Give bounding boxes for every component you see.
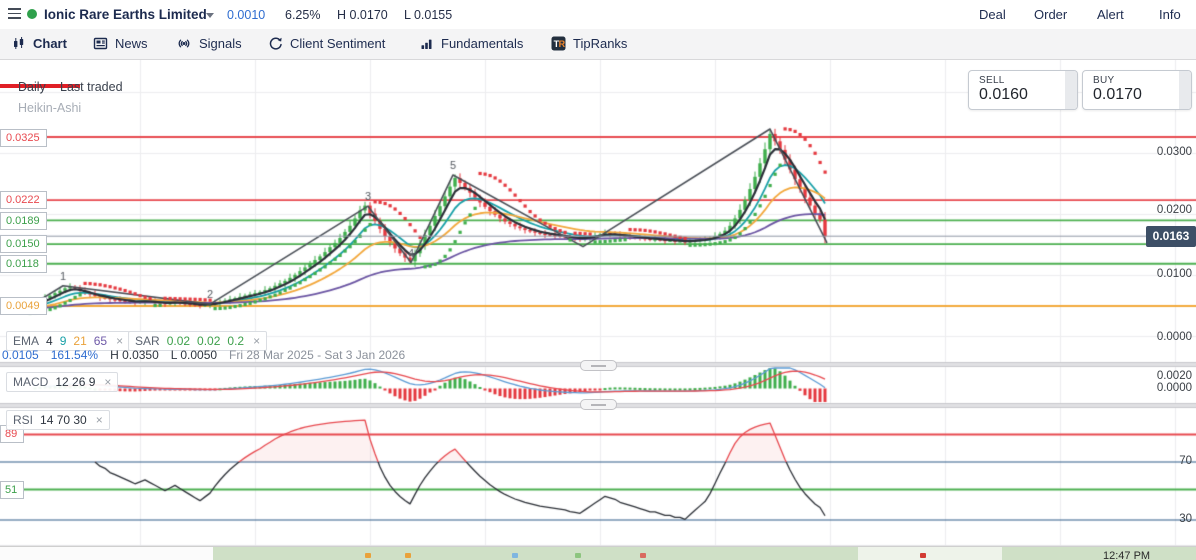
timeframe-button[interactable]: Daily bbox=[18, 80, 46, 94]
ema-period-9: 9 bbox=[60, 334, 67, 348]
change-pct: 161.54% bbox=[51, 348, 98, 362]
tab-label: Fundamentals bbox=[441, 36, 523, 51]
day-high: H 0.0170 bbox=[337, 8, 388, 22]
pane-resize-handle[interactable] bbox=[580, 360, 617, 371]
chart-style-label: Heikin-Ashi bbox=[18, 101, 81, 115]
tab-label: News bbox=[115, 36, 148, 51]
top-bar: Ionic Rare Earths Limited 0.0010 6.25% H… bbox=[0, 0, 1196, 30]
tab-bar: Chart News Signals Client Sentiment Fund… bbox=[0, 29, 1196, 60]
news-icon bbox=[93, 36, 108, 51]
axis-label-macd: 0.0000 bbox=[1132, 382, 1192, 394]
tab-label: Signals bbox=[199, 36, 242, 51]
market-open-status-icon bbox=[27, 9, 37, 19]
ticket-edge bbox=[1179, 71, 1191, 109]
svg-text:R: R bbox=[559, 39, 566, 49]
sell-label: SELL bbox=[979, 75, 1005, 86]
price-mode-button[interactable]: Last traded bbox=[60, 80, 123, 94]
taskbar-icon bbox=[512, 553, 518, 558]
deal-button[interactable]: Deal bbox=[979, 7, 1006, 22]
range-high: H 0.0350 bbox=[110, 348, 159, 362]
price-change-pct: 6.25% bbox=[285, 8, 320, 22]
price-change: 0.0010 bbox=[227, 8, 265, 22]
sar-label: SAR bbox=[135, 334, 160, 348]
candlestick-chart-icon bbox=[11, 36, 26, 51]
axis-label-main: 0.0000 bbox=[1132, 331, 1192, 343]
close-icon[interactable]: × bbox=[96, 413, 103, 427]
sar-param-2: 0.02 bbox=[197, 334, 220, 348]
pane-resize-handle[interactable] bbox=[580, 399, 617, 410]
level-chip-0222[interactable]: 0.0222 bbox=[0, 191, 47, 209]
axis-label-rsi: 30 bbox=[1132, 513, 1192, 525]
tab-tipranks[interactable]: TR TipRanks bbox=[551, 29, 627, 58]
rsi-params: 14 70 30 bbox=[40, 413, 87, 427]
axis-label-rsi: 70 bbox=[1132, 455, 1192, 467]
axis-label-macd: 0.0020 bbox=[1132, 370, 1192, 382]
ema-label: EMA bbox=[13, 334, 39, 348]
taskbar-segment bbox=[858, 547, 1002, 560]
close-icon[interactable]: × bbox=[253, 334, 260, 348]
rsi-legend-chip[interactable]: RSI 14 70 30 × bbox=[6, 410, 110, 430]
tab-chart[interactable]: Chart bbox=[11, 29, 67, 58]
taskbar-icon bbox=[575, 553, 581, 558]
sell-ticket-button[interactable]: SELL 0.0160 bbox=[968, 70, 1078, 110]
buy-ticket-button[interactable]: BUY 0.0170 bbox=[1082, 70, 1192, 110]
level-chip-0118[interactable]: 0.0118 bbox=[0, 255, 47, 273]
buy-label: BUY bbox=[1093, 75, 1114, 86]
taskbar-segment bbox=[0, 547, 213, 560]
sell-price: 0.0160 bbox=[979, 86, 1028, 104]
alert-button[interactable]: Alert bbox=[1097, 7, 1124, 22]
tab-label: Chart bbox=[33, 36, 67, 51]
taskbar-icon bbox=[920, 553, 926, 558]
tab-signals[interactable]: Signals bbox=[176, 29, 242, 58]
hamburger-menu-icon[interactable] bbox=[8, 8, 21, 19]
fundamentals-icon bbox=[419, 36, 434, 51]
close-icon[interactable]: × bbox=[104, 375, 111, 389]
range-low: L 0.0050 bbox=[171, 348, 217, 362]
buy-price: 0.0170 bbox=[1093, 86, 1142, 104]
change-value: 0.0105 bbox=[2, 348, 39, 362]
signals-icon bbox=[176, 36, 192, 51]
macd-label: MACD bbox=[13, 375, 48, 389]
date-range: Fri 28 Mar 2025 - Sat 3 Jan 2026 bbox=[229, 348, 405, 362]
sar-param-3: 0.2 bbox=[227, 334, 244, 348]
axis-label-main: 0.0300 bbox=[1132, 146, 1192, 158]
taskbar-icon bbox=[405, 553, 411, 558]
os-taskbar: 12:47 PM bbox=[0, 546, 1196, 560]
ema-period-4: 4 bbox=[46, 334, 53, 348]
day-low: L 0.0155 bbox=[404, 8, 452, 22]
ohlc-info-row: 0.0105 161.54% H 0.0350 L 0.0050 Fri 28 … bbox=[2, 348, 405, 362]
taskbar-icon bbox=[365, 553, 371, 558]
order-button[interactable]: Order bbox=[1034, 7, 1067, 22]
ema-period-65: 65 bbox=[94, 334, 107, 348]
tab-news[interactable]: News bbox=[93, 29, 148, 58]
client-sentiment-icon bbox=[268, 36, 283, 51]
level-chip-0325[interactable]: 0.0325 bbox=[0, 129, 47, 147]
tab-client-sentiment[interactable]: Client Sentiment bbox=[268, 29, 385, 58]
rsi-label: RSI bbox=[13, 413, 33, 427]
tab-fundamentals[interactable]: Fundamentals bbox=[419, 29, 523, 58]
chevron-down-icon[interactable] bbox=[206, 13, 214, 18]
level-chip-0150[interactable]: 0.0150 bbox=[0, 235, 47, 253]
ticket-edge bbox=[1065, 71, 1077, 109]
axis-label-main: 0.0100 bbox=[1132, 268, 1192, 280]
tab-label: TipRanks bbox=[573, 36, 627, 51]
close-icon[interactable]: × bbox=[116, 334, 123, 348]
instrument-title[interactable]: Ionic Rare Earths Limited bbox=[44, 7, 207, 22]
ema-period-21: 21 bbox=[73, 334, 86, 348]
info-button[interactable]: Info bbox=[1159, 7, 1181, 22]
macd-legend-chip[interactable]: MACD 12 26 9 × bbox=[6, 372, 118, 392]
axis-label-main: 0.0200 bbox=[1132, 204, 1192, 216]
current-price-badge: 0.0163 bbox=[1146, 226, 1196, 247]
tipranks-icon: TR bbox=[551, 36, 566, 51]
sar-param-1: 0.02 bbox=[167, 334, 190, 348]
macd-params: 12 26 9 bbox=[55, 375, 95, 389]
taskbar-icon bbox=[640, 553, 646, 558]
tab-label: Client Sentiment bbox=[290, 36, 385, 51]
rsi-level-chip-51[interactable]: 51 bbox=[0, 481, 24, 499]
level-chip-0189[interactable]: 0.0189 bbox=[0, 212, 47, 230]
level-chip-0049[interactable]: 0.0049 bbox=[0, 297, 47, 315]
